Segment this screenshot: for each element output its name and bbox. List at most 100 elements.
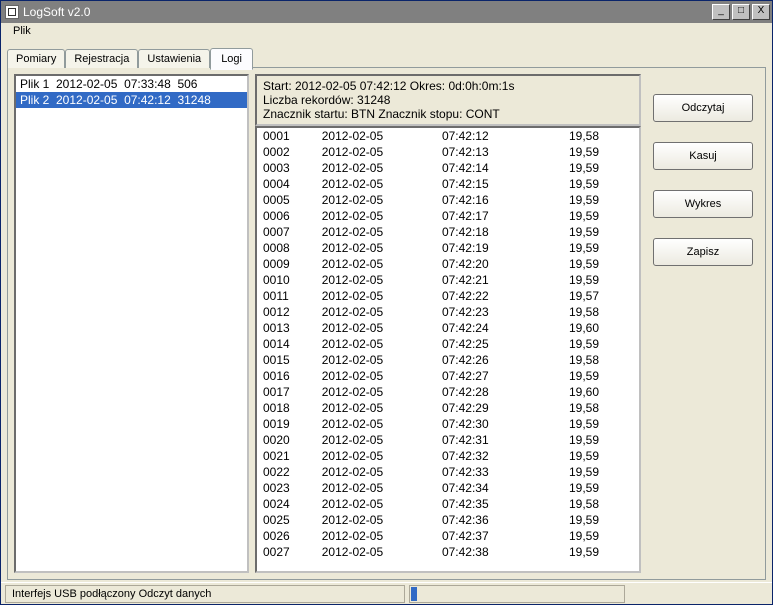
- record-cell-val: 19,60: [537, 320, 639, 336]
- menubar: Plik: [1, 23, 772, 43]
- status-text: Interfejs USB podłączony Odczyt danych: [5, 585, 405, 603]
- file-list-item[interactable]: Plik 2 2012-02-05 07:42:12 31248: [16, 92, 247, 108]
- record-row[interactable]: 00092012-02-0507:42:2019,59: [257, 256, 639, 272]
- record-cell-time: 07:42:30: [436, 416, 537, 432]
- record-row[interactable]: 00062012-02-0507:42:1719,59: [257, 208, 639, 224]
- record-cell-date: 2012-02-05: [316, 304, 436, 320]
- file-list-item[interactable]: Plik 1 2012-02-05 07:33:48 506: [16, 76, 247, 92]
- record-row[interactable]: 00142012-02-0507:42:2519,59: [257, 336, 639, 352]
- record-row[interactable]: 00232012-02-0507:42:3419,59: [257, 480, 639, 496]
- record-cell-time: 07:42:17: [436, 208, 537, 224]
- record-cell-date: 2012-02-05: [316, 448, 436, 464]
- record-row[interactable]: 00222012-02-0507:42:3319,59: [257, 464, 639, 480]
- record-row[interactable]: 00172012-02-0507:42:2819,60: [257, 384, 639, 400]
- record-cell-date: 2012-02-05: [316, 128, 436, 144]
- record-row[interactable]: 00272012-02-0507:42:3819,59: [257, 544, 639, 560]
- record-cell-val: 19,57: [537, 288, 639, 304]
- record-cell-date: 2012-02-05: [316, 192, 436, 208]
- record-cell-idx: 0016: [257, 368, 316, 384]
- record-row[interactable]: 00122012-02-0507:42:2319,58: [257, 304, 639, 320]
- record-cell-idx: 0003: [257, 160, 316, 176]
- record-cell-idx: 0026: [257, 528, 316, 544]
- record-cell-idx: 0023: [257, 480, 316, 496]
- tab-rejestracja[interactable]: Rejestracja: [65, 49, 138, 68]
- record-row[interactable]: 00252012-02-0507:42:3619,59: [257, 512, 639, 528]
- record-cell-val: 19,58: [537, 352, 639, 368]
- record-cell-time: 07:42:18: [436, 224, 537, 240]
- record-cell-date: 2012-02-05: [316, 416, 436, 432]
- file-list[interactable]: Plik 1 2012-02-05 07:33:48 506Plik 2 201…: [14, 74, 249, 573]
- maximize-button[interactable]: □: [732, 4, 750, 20]
- record-cell-idx: 0007: [257, 224, 316, 240]
- record-cell-idx: 0004: [257, 176, 316, 192]
- statusbar: Interfejs USB podłączony Odczyt danych: [1, 582, 772, 604]
- record-cell-val: 19,59: [537, 208, 639, 224]
- record-cell-val: 19,59: [537, 160, 639, 176]
- tab-logi[interactable]: Logi: [210, 48, 253, 70]
- record-cell-val: 19,59: [537, 240, 639, 256]
- record-row[interactable]: 00162012-02-0507:42:2719,59: [257, 368, 639, 384]
- record-cell-idx: 0014: [257, 336, 316, 352]
- read-button[interactable]: Odczytaj: [653, 94, 753, 122]
- record-cell-val: 19,59: [537, 336, 639, 352]
- record-row[interactable]: 00042012-02-0507:42:1519,59: [257, 176, 639, 192]
- record-cell-idx: 0025: [257, 512, 316, 528]
- record-row[interactable]: 00132012-02-0507:42:2419,60: [257, 320, 639, 336]
- record-cell-time: 07:42:13: [436, 144, 537, 160]
- record-cell-val: 19,58: [537, 304, 639, 320]
- record-row[interactable]: 00212012-02-0507:42:3219,59: [257, 448, 639, 464]
- record-cell-val: 19,59: [537, 224, 639, 240]
- record-cell-time: 07:42:28: [436, 384, 537, 400]
- close-button[interactable]: X: [752, 4, 770, 20]
- record-cell-time: 07:42:16: [436, 192, 537, 208]
- record-row[interactable]: 00102012-02-0507:42:2119,59: [257, 272, 639, 288]
- record-list[interactable]: 00012012-02-0507:42:1219,5800022012-02-0…: [255, 126, 641, 573]
- record-cell-date: 2012-02-05: [316, 336, 436, 352]
- record-cell-idx: 0020: [257, 432, 316, 448]
- record-row[interactable]: 00182012-02-0507:42:2919,58: [257, 400, 639, 416]
- record-cell-val: 19,59: [537, 432, 639, 448]
- tab-pomiary[interactable]: Pomiary: [7, 49, 65, 68]
- record-row[interactable]: 00022012-02-0507:42:1319,59: [257, 144, 639, 160]
- record-row[interactable]: 00072012-02-0507:42:1819,59: [257, 224, 639, 240]
- record-cell-time: 07:42:34: [436, 480, 537, 496]
- record-row[interactable]: 00012012-02-0507:42:1219,58: [257, 128, 639, 144]
- record-cell-val: 19,59: [537, 256, 639, 272]
- record-row[interactable]: 00202012-02-0507:42:3119,59: [257, 432, 639, 448]
- record-row[interactable]: 00242012-02-0507:42:3519,58: [257, 496, 639, 512]
- menu-file[interactable]: Plik: [7, 23, 37, 39]
- record-row[interactable]: 00032012-02-0507:42:1419,59: [257, 160, 639, 176]
- record-cell-idx: 0024: [257, 496, 316, 512]
- record-cell-date: 2012-02-05: [316, 160, 436, 176]
- record-cell-idx: 0013: [257, 320, 316, 336]
- record-row[interactable]: 00192012-02-0507:42:3019,59: [257, 416, 639, 432]
- record-cell-idx: 0011: [257, 288, 316, 304]
- record-cell-time: 07:42:32: [436, 448, 537, 464]
- record-cell-idx: 0002: [257, 144, 316, 160]
- record-cell-time: 07:42:22: [436, 288, 537, 304]
- record-cell-val: 19,59: [537, 272, 639, 288]
- center-pane: Start: 2012-02-05 07:42:12 Okres: 0d:0h:…: [255, 74, 641, 573]
- minimize-button[interactable]: _: [712, 4, 730, 20]
- record-cell-time: 07:42:23: [436, 304, 537, 320]
- log-info: Start: 2012-02-05 07:42:12 Okres: 0d:0h:…: [255, 74, 641, 126]
- record-cell-time: 07:42:33: [436, 464, 537, 480]
- chart-button[interactable]: Wykres: [653, 190, 753, 218]
- record-cell-val: 19,59: [537, 512, 639, 528]
- delete-button[interactable]: Kasuj: [653, 142, 753, 170]
- record-row[interactable]: 00082012-02-0507:42:1919,59: [257, 240, 639, 256]
- record-row[interactable]: 00262012-02-0507:42:3719,59: [257, 528, 639, 544]
- record-cell-idx: 0019: [257, 416, 316, 432]
- record-cell-idx: 0009: [257, 256, 316, 272]
- save-button[interactable]: Zapisz: [653, 238, 753, 266]
- record-row[interactable]: 00152012-02-0507:42:2619,58: [257, 352, 639, 368]
- record-row[interactable]: 00112012-02-0507:42:2219,57: [257, 288, 639, 304]
- status-progress: [409, 585, 625, 603]
- record-cell-time: 07:42:35: [436, 496, 537, 512]
- record-row[interactable]: 00052012-02-0507:42:1619,59: [257, 192, 639, 208]
- record-cell-idx: 0012: [257, 304, 316, 320]
- titlebar[interactable]: LogSoft v2.0 _ □ X: [1, 1, 772, 23]
- record-cell-date: 2012-02-05: [316, 224, 436, 240]
- info-line-1: Start: 2012-02-05 07:42:12 Okres: 0d:0h:…: [263, 79, 633, 93]
- tab-ustawienia[interactable]: Ustawienia: [138, 49, 210, 68]
